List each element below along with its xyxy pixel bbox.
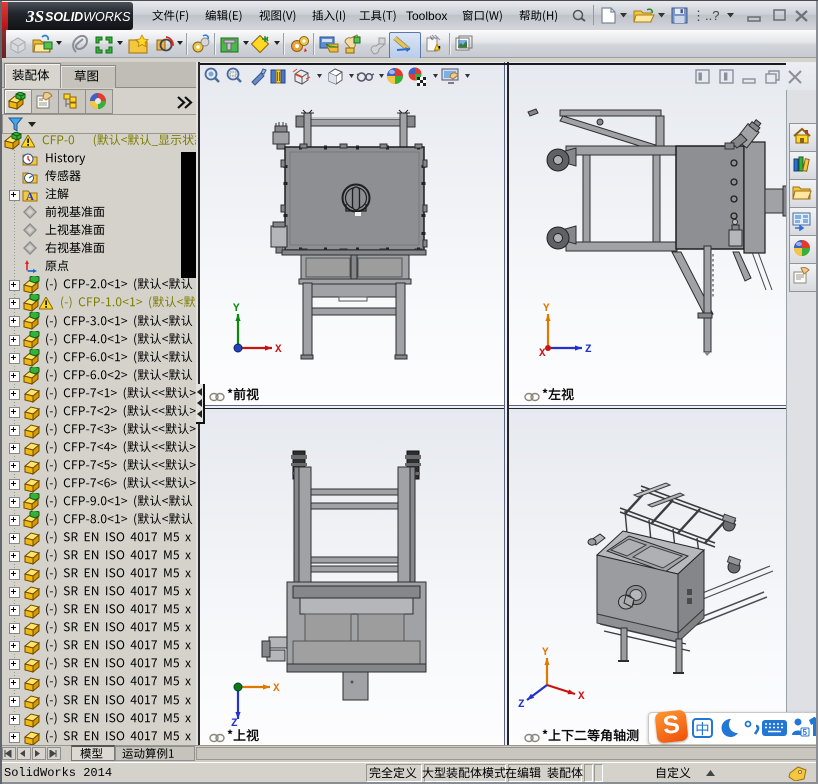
svg-text:A: A bbox=[26, 191, 34, 203]
svg-text:ЗS: ЗS bbox=[25, 7, 44, 26]
svg-text:5: 5 bbox=[803, 728, 808, 737]
svg-text:SOLIDWORKS: SOLIDWORKS bbox=[45, 10, 131, 24]
